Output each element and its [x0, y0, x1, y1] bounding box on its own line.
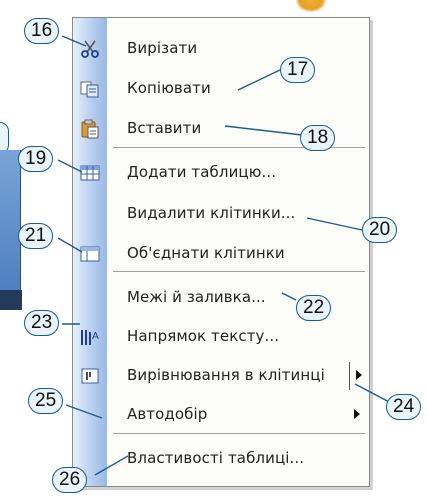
menu-item-table-properties[interactable]: Властивості таблиці... [73, 441, 369, 477]
callout-26: 26 [52, 467, 88, 493]
menu-item-copy[interactable]: Копіювати [73, 71, 369, 107]
callout-22: 22 [296, 295, 332, 321]
submenu-arrow-icon [354, 409, 360, 419]
menu-item-delete-cells[interactable]: Видалити клітинки... [73, 196, 369, 232]
menu-item-cut[interactable]: Вирізати [73, 31, 369, 67]
menu-item-label: Вставити [127, 119, 202, 137]
callout-21: 21 [18, 223, 54, 249]
copy-icon [79, 79, 101, 99]
menu-item-label: Властивості таблиці... [127, 449, 305, 467]
callout-18: 18 [300, 125, 336, 151]
menu-item-label: Межі й заливка... [127, 288, 266, 306]
callout-24: 24 [386, 394, 422, 420]
menu-item-label: Вирізати [127, 39, 198, 57]
submenu-arrow-icon [356, 370, 362, 380]
menu-item-autofit[interactable]: Автодобір [73, 397, 369, 433]
menu-separator [113, 433, 365, 434]
background-panel-edge [0, 290, 22, 310]
paste-icon [79, 119, 101, 139]
callout-17: 17 [280, 57, 316, 83]
menu-item-label: Додати таблицю... [127, 163, 277, 181]
scissors-icon [79, 39, 101, 59]
menu-item-label: Об'єднати клітинки [127, 244, 285, 262]
menu-item-insert-table[interactable]: Додати таблицю... [73, 155, 369, 191]
menu-item-label: Вирівнювання в клітинці [127, 366, 325, 384]
menu-separator [113, 271, 365, 272]
menu-item-text-direction[interactable]: A Напрямок тексту... [73, 319, 369, 355]
menu-item-merge-cells[interactable]: Об'єднати клітинки [73, 236, 369, 272]
menu-item-label: Копіювати [127, 79, 211, 97]
cell-alignment-icon [79, 366, 101, 386]
menu-item-cell-alignment[interactable]: Вирівнювання в клітинці [73, 358, 369, 394]
callout-16: 16 [24, 18, 60, 44]
menu-item-label: Напрямок тексту... [127, 327, 280, 345]
menu-item-label: Автодобір [127, 405, 208, 423]
background-decoration [296, 0, 326, 12]
svg-text:A: A [92, 331, 99, 342]
context-menu: Вирізати Копіювати Вставити Додати табли… [72, 17, 370, 487]
callout-20: 20 [362, 217, 398, 243]
text-direction-icon: A [79, 327, 101, 347]
merge-cells-icon [79, 244, 101, 264]
callout-19: 19 [18, 146, 54, 172]
callout-25: 25 [28, 388, 64, 414]
callout-23: 23 [24, 310, 60, 336]
menu-item-label: Видалити клітинки... [127, 204, 296, 222]
submenu-divider [349, 362, 350, 390]
insert-table-icon [79, 163, 101, 183]
background-panel [0, 150, 21, 290]
